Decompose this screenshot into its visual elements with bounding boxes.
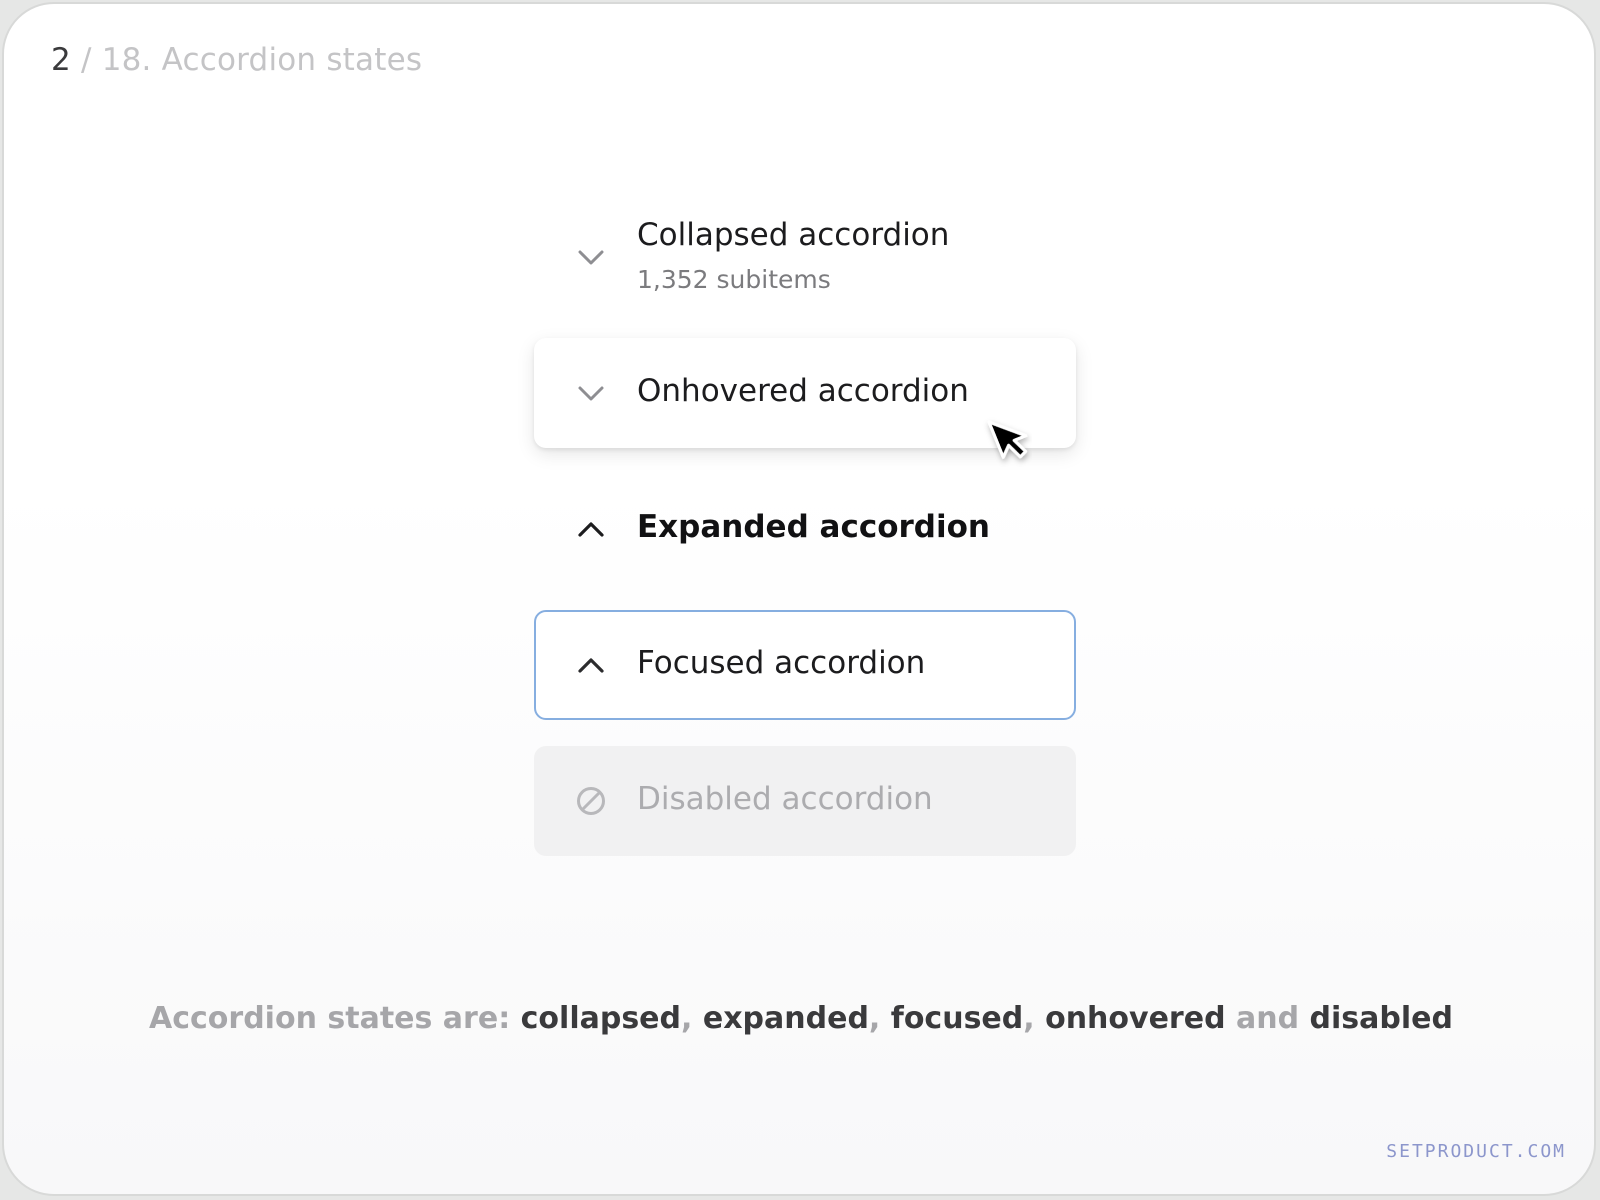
accordion-label: Disabled accordion xyxy=(637,781,933,817)
page-counter: 2 / 18. Accordion states xyxy=(51,42,422,78)
separator: , xyxy=(868,1001,891,1036)
disabled-icon xyxy=(576,786,606,816)
accordion-label: Focused accordion xyxy=(637,645,926,681)
slide-frame: 2 / 18. Accordion states Collapsed accor… xyxy=(2,2,1596,1196)
accordion-focused[interactable]: Focused accordion xyxy=(534,610,1076,720)
chevron-up-icon xyxy=(576,650,606,680)
accordion-label: Expanded accordion xyxy=(637,509,990,545)
state-focused: focused xyxy=(890,1001,1024,1036)
state-expanded: expanded xyxy=(702,1001,869,1036)
accordion-label: Onhovered accordion xyxy=(637,373,969,409)
page-title: / 18. Accordion states xyxy=(70,42,423,78)
accordion-expanded[interactable]: Expanded accordion xyxy=(534,474,1076,584)
mouse-pointer-icon xyxy=(982,417,1032,477)
separator: , xyxy=(1023,1001,1046,1036)
conjunction: and xyxy=(1225,1001,1310,1036)
accordion-collapsed[interactable]: Collapsed accordion 1,352 subitems xyxy=(534,209,1076,309)
page-current: 2 xyxy=(51,42,71,78)
state-onhovered: onhovered xyxy=(1045,1001,1226,1036)
brand-link[interactable]: SETPRODUCT.COM xyxy=(1386,1141,1566,1162)
accordion-disabled: Disabled accordion xyxy=(534,746,1076,856)
state-collapsed: collapsed xyxy=(520,1001,681,1036)
separator: , xyxy=(681,1001,703,1036)
accordion-subtitle: 1,352 subitems xyxy=(637,265,831,294)
accordion-label: Collapsed accordion xyxy=(637,217,950,253)
chevron-up-icon xyxy=(576,514,606,544)
summary-prefix: Accordion states are: xyxy=(149,1001,521,1036)
state-disabled: disabled xyxy=(1309,1001,1453,1036)
chevron-down-icon xyxy=(576,378,606,408)
states-summary: Accordion states are: collapsed, expande… xyxy=(4,1001,1594,1036)
chevron-down-icon xyxy=(576,242,606,272)
